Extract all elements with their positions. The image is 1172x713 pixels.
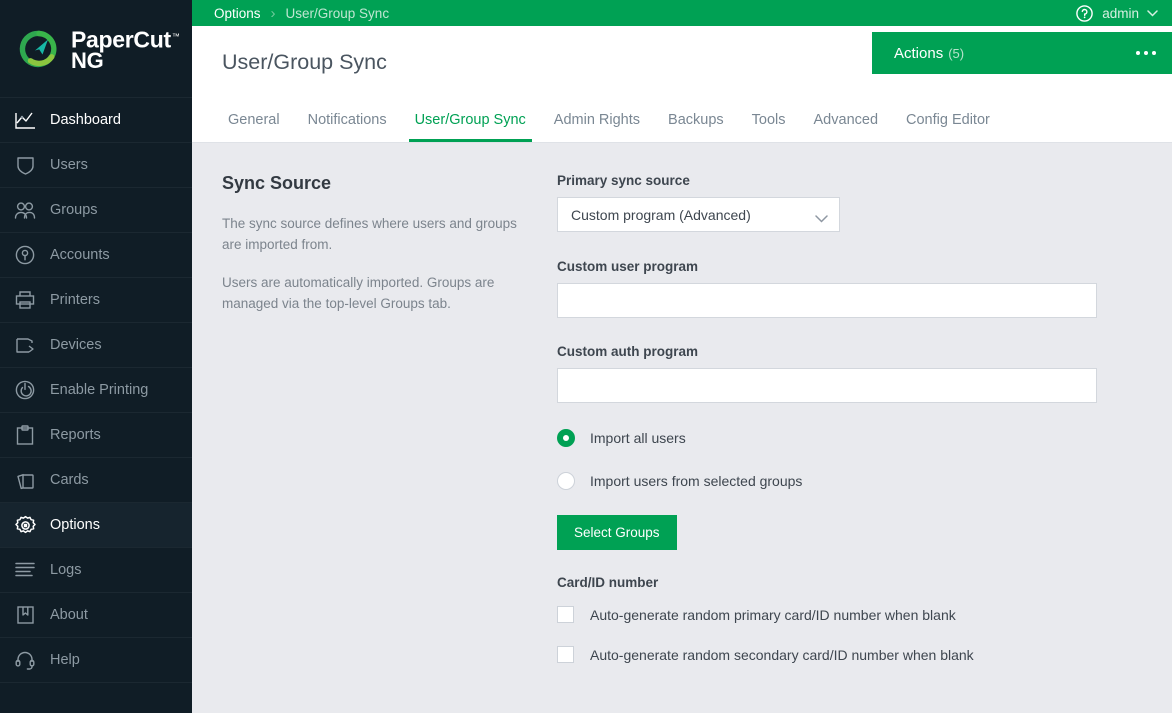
card-id-number-label: Card/ID number xyxy=(557,575,1156,590)
sidebar: PaperCut™ NG Dashboard xyxy=(0,0,192,713)
checkbox-label: Auto-generate random primary card/ID num… xyxy=(590,607,956,623)
tab-user-group-sync[interactable]: User/Group Sync xyxy=(401,98,540,142)
tab-bar: General Notifications User/Group Sync Ad… xyxy=(192,98,1172,143)
sidebar-nav: Dashboard Users Groups xyxy=(0,97,192,683)
primary-sync-source-select-wrap: Custom program (Advanced) xyxy=(557,197,840,232)
radio-import-selected-groups[interactable]: Import users from selected groups xyxy=(557,472,1156,490)
sidebar-item-label: Printers xyxy=(50,292,100,308)
sidebar-item-printers[interactable]: Printers xyxy=(0,277,192,322)
tab-admin-rights[interactable]: Admin Rights xyxy=(540,98,654,142)
radio-label: Import users from selected groups xyxy=(590,473,802,489)
sidebar-item-reports[interactable]: Reports xyxy=(0,412,192,457)
section-description-2: Users are automatically imported. Groups… xyxy=(222,272,527,314)
brand-logo[interactable]: PaperCut™ NG xyxy=(0,0,192,97)
clipboard-icon xyxy=(14,424,36,446)
sidebar-item-label: Enable Printing xyxy=(50,382,148,398)
sidebar-item-dashboard[interactable]: Dashboard xyxy=(0,97,192,142)
custom-user-program-label: Custom user program xyxy=(557,259,1156,274)
sidebar-item-label: Groups xyxy=(50,202,98,218)
sidebar-item-about[interactable]: About xyxy=(0,592,192,637)
radio-button-selected-icon[interactable] xyxy=(557,429,575,447)
gear-icon xyxy=(14,514,36,536)
main-area: Options › User/Group Sync admin User/Gro… xyxy=(192,0,1172,713)
tab-config-editor[interactable]: Config Editor xyxy=(892,98,1004,142)
papercut-logo-icon xyxy=(18,28,60,70)
tab-advanced[interactable]: Advanced xyxy=(800,98,893,142)
people-icon xyxy=(14,199,36,221)
actions-label: Actions xyxy=(894,45,943,62)
chart-line-icon xyxy=(14,109,36,131)
three-dots-icon[interactable] xyxy=(1136,51,1156,55)
actions-count: (5) xyxy=(948,46,964,61)
sidebar-item-accounts[interactable]: Accounts xyxy=(0,232,192,277)
lines-icon xyxy=(14,559,36,581)
chevron-down-icon[interactable] xyxy=(1147,10,1158,17)
sidebar-item-cards[interactable]: Cards xyxy=(0,457,192,502)
checkbox-unchecked-icon[interactable] xyxy=(557,606,574,623)
sidebar-item-label: Cards xyxy=(50,472,89,488)
sidebar-item-label: Dashboard xyxy=(50,112,121,128)
breadcrumb-current: User/Group Sync xyxy=(286,6,390,21)
select-groups-button[interactable]: Select Groups xyxy=(557,515,677,550)
shield-icon xyxy=(14,154,36,176)
sidebar-item-users[interactable]: Users xyxy=(0,142,192,187)
checkbox-auto-generate-secondary[interactable]: Auto-generate random secondary card/ID n… xyxy=(557,646,1156,663)
sidebar-item-label: About xyxy=(50,607,88,623)
sidebar-item-label: Users xyxy=(50,157,88,173)
headset-icon xyxy=(14,649,36,671)
sidebar-item-enable-printing[interactable]: Enable Printing xyxy=(0,367,192,412)
radio-import-all-users[interactable]: Import all users xyxy=(557,429,1156,447)
checkbox-unchecked-icon[interactable] xyxy=(557,646,574,663)
primary-sync-source-label: Primary sync source xyxy=(557,173,1156,188)
sync-source-description-column: Sync Source The sync source defines wher… xyxy=(192,173,557,713)
brand-name: PaperCut™ NG xyxy=(71,26,180,72)
book-bookmark-icon xyxy=(14,604,36,626)
power-radiate-icon xyxy=(14,379,36,401)
breadcrumb: Options › User/Group Sync admin xyxy=(192,0,1172,26)
breadcrumb-separator-icon: › xyxy=(271,5,276,22)
sidebar-item-devices[interactable]: Devices xyxy=(0,322,192,367)
section-description-1: The sync source defines where users and … xyxy=(222,213,527,255)
sidebar-item-help[interactable]: Help xyxy=(0,637,192,682)
tab-tools[interactable]: Tools xyxy=(738,98,800,142)
device-icon xyxy=(14,334,36,356)
sync-source-form-column: Primary sync source Custom program (Adva… xyxy=(557,173,1172,713)
radio-button-unselected-icon[interactable] xyxy=(557,472,575,490)
admin-user-label[interactable]: admin xyxy=(1102,6,1139,21)
sidebar-item-label: Help xyxy=(50,652,80,668)
sidebar-item-groups[interactable]: Groups xyxy=(0,187,192,232)
sidebar-item-label: Devices xyxy=(50,337,102,353)
breadcrumb-parent[interactable]: Options xyxy=(214,6,261,21)
printer-icon xyxy=(14,289,36,311)
custom-auth-program-label: Custom auth program xyxy=(557,344,1156,359)
tab-backups[interactable]: Backups xyxy=(654,98,738,142)
custom-auth-program-input[interactable] xyxy=(557,368,1097,403)
sidebar-item-options[interactable]: Options xyxy=(0,502,192,547)
sidebar-filler xyxy=(0,682,192,683)
app-root: PaperCut™ NG Dashboard xyxy=(0,0,1172,713)
sidebar-item-label: Logs xyxy=(50,562,81,578)
help-circle-icon[interactable] xyxy=(1076,5,1093,22)
section-title: Sync Source xyxy=(222,173,557,194)
sidebar-item-label: Options xyxy=(50,517,100,533)
page-header: User/Group Sync Actions (5) xyxy=(192,26,1172,98)
checkbox-label: Auto-generate random secondary card/ID n… xyxy=(590,647,974,663)
content-area: Sync Source The sync source defines wher… xyxy=(192,143,1172,713)
radio-label: Import all users xyxy=(590,430,686,446)
custom-user-program-input[interactable] xyxy=(557,283,1097,318)
sidebar-item-logs[interactable]: Logs xyxy=(0,547,192,592)
cards-icon xyxy=(14,469,36,491)
primary-sync-source-select[interactable]: Custom program (Advanced) xyxy=(557,197,840,232)
tab-notifications[interactable]: Notifications xyxy=(294,98,401,142)
page-title: User/Group Sync xyxy=(222,50,387,75)
checkbox-auto-generate-primary[interactable]: Auto-generate random primary card/ID num… xyxy=(557,606,1156,623)
lock-circle-icon xyxy=(14,244,36,266)
sidebar-item-label: Reports xyxy=(50,427,101,443)
sidebar-item-label: Accounts xyxy=(50,247,110,263)
tab-general[interactable]: General xyxy=(214,98,294,142)
actions-button[interactable]: Actions (5) xyxy=(872,32,1172,74)
